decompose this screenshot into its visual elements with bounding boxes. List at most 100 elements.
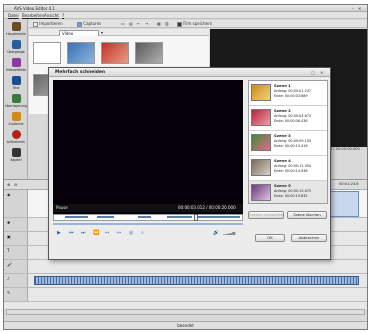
progress-bar [53,223,243,225]
scene-segment[interactable] [197,216,240,218]
scene-segment[interactable] [97,216,114,218]
scene-item[interactable]: Szene 4 Anfang: 00:00:12.354 Ende: 00:00… [249,156,327,181]
scene-end: Ende: 00:00:06.436 [274,119,308,123]
text-track-icon: T [7,248,10,253]
next-icon[interactable]: ⏭ [81,229,86,237]
zoom-icon[interactable]: ⌕ [141,229,144,237]
minimize-icon[interactable]: – [352,6,354,11]
nav-item-uebergaenge[interactable]: Übergänge [4,39,28,57]
maximize-icon[interactable]: ▢ [311,70,315,75]
scene-name: Szene 2 [274,108,291,113]
status-bar: beendet [4,321,367,329]
close-icon[interactable]: ✕ [320,70,323,75]
playback-state: Pause [56,205,68,210]
effects-track-icon: ✱ [7,220,11,225]
ok-button[interactable]: OK [255,234,285,242]
save-movie-label: Film speichern [183,21,213,26]
menu-datei[interactable]: Datei [8,13,19,18]
volume-level-icon[interactable]: ▁▂▃▅ [223,229,235,237]
menu-bearbeiten[interactable]: Bearbeiten [22,13,44,18]
save-movie-button[interactable]: Film speichern [177,21,212,27]
scrubber-handle[interactable] [194,214,198,221]
folder-icon[interactable]: ▤ [129,21,133,27]
remove-scenes-button[interactable]: Szenen verwerfen [248,211,284,219]
import-label: Importieren [39,21,63,26]
storyboard-view-icon[interactable]: ▦ [157,21,161,27]
nav-item-videoeffekte[interactable]: Videoeffekte [4,57,28,75]
nav-item-aufnehmen[interactable]: Aufnehmen [4,129,28,147]
previous-icon[interactable]: ⏮ [69,229,74,237]
scene-end: Ende: 00:00:19.832 [274,194,308,198]
dialog-title-bar: Mehrfach schneiden ▢ ✕ [49,68,330,77]
nav-item-text[interactable]: Text [4,75,28,93]
audio-track[interactable]: ♪ [4,274,367,288]
scene-end: Ende: 00:00:10.416 [274,144,308,148]
video-track-icon: ◉ [7,192,11,197]
scene-thumbnail [251,109,271,126]
scene-name: Szene 1 [274,83,291,88]
chapter-icon [11,148,21,157]
captures-button[interactable]: Captures [77,21,101,27]
scene-segment[interactable] [138,216,151,218]
video-track-header: ◉ [4,190,28,217]
media-thumbnail[interactable] [33,42,61,64]
dialog-title: Mehrfach schneiden [55,70,105,75]
scene-name: Szene 3 [274,133,291,138]
scene-scrubber[interactable] [53,214,243,221]
mark-end-icon[interactable]: ↦ [117,229,121,237]
scene-start: Anfang: 00:00:04.673 [274,114,312,118]
zoom-out-icon[interactable]: ⊖ [14,182,17,187]
record-icon [11,130,21,139]
nav-item-hauptmedia[interactable]: Hauptmedia [4,21,28,39]
nav-item-kapitel[interactable]: Kapitel [4,147,28,165]
nav-item-audiomix[interactable]: Audiomix [4,111,28,129]
scene-thumbnail [251,184,271,201]
overlay-icon [11,94,21,103]
close-icon[interactable]: ✕ [358,6,361,11]
overlay-track-icon: ▣ [7,234,11,239]
redo-icon[interactable]: → [145,21,148,27]
nav-item-ueberlagerung[interactable]: Überlagerung [4,93,28,111]
scene-name: Szene 4 [274,158,291,163]
zoom-in-icon[interactable]: ⊕ [7,182,10,187]
scene-end: Ende: 00:00:03.689 [274,94,308,98]
play-icon[interactable]: ▶ [57,229,61,237]
playback-controls: ▶ ⏮ ⏭ ⏪ ↤ ↦ ◎ ⌕ 🔊 ▁▂▃▅ [53,229,258,237]
scene-segment[interactable] [65,216,88,218]
scene-thumbnail [251,134,271,151]
media-thumbnail[interactable] [135,42,163,64]
timeline-view-icon[interactable]: ▥ [165,21,169,27]
video-effects-icon [11,58,21,67]
volume-icon[interactable]: 🔊 [213,229,219,237]
scene-start: Anfang: 00:00:09.109 [274,139,312,143]
open-icon[interactable]: ▭ [121,21,125,27]
snapshot-icon[interactable]: ◎ [129,229,133,237]
menu-ansicht[interactable]: Ansicht [44,13,59,18]
scene-item-selected[interactable]: Szene 5 Anfang: 00:00:15.475 Ende: 00:00… [249,181,327,203]
chevron-down-icon[interactable]: ▾ [101,30,103,35]
undo-icon[interactable]: ← [137,21,140,27]
media-thumbnail[interactable] [67,42,95,64]
menu-help[interactable]: ? [62,13,64,18]
scene-start: Anfang: 00:00:15.475 [274,189,312,193]
mark-start-icon[interactable]: ↤ [105,229,109,237]
voice-track[interactable]: 🎤 [4,260,367,274]
rewind-icon[interactable]: ⏪ [93,229,99,237]
main-title-bar: AVS Video Editor 4.1 – ✕ [4,5,367,12]
timeline-scrollbar[interactable] [6,309,365,315]
scene-item[interactable]: Szene 2 Anfang: 00:00:04.673 Ende: 00:00… [249,106,327,131]
scene-item[interactable]: Szene 3 Anfang: 00:00:09.109 Ende: 00:00… [249,131,327,156]
transition-icon [11,40,21,49]
audio-waveform[interactable] [34,276,359,285]
delete-scene-button[interactable]: Szene löschen [287,211,327,219]
audio-mix-icon [11,112,21,121]
media-thumbnail[interactable] [101,42,129,64]
scene-item[interactable]: Szene 1 Anfang: 00:00:01.247 Ende: 00:00… [249,81,327,106]
extra-track[interactable]: ✎ [4,288,367,302]
scene-list[interactable]: Szene 1 Anfang: 00:00:01.247 Ende: 00:00… [248,80,328,204]
cancel-button[interactable]: Abbrechen [291,234,327,242]
scene-segment[interactable] [167,216,192,218]
import-button[interactable]: Importieren [33,21,63,27]
scene-start: Anfang: 00:00:12.354 [274,164,312,168]
nav-label: Kapitel [10,158,22,162]
